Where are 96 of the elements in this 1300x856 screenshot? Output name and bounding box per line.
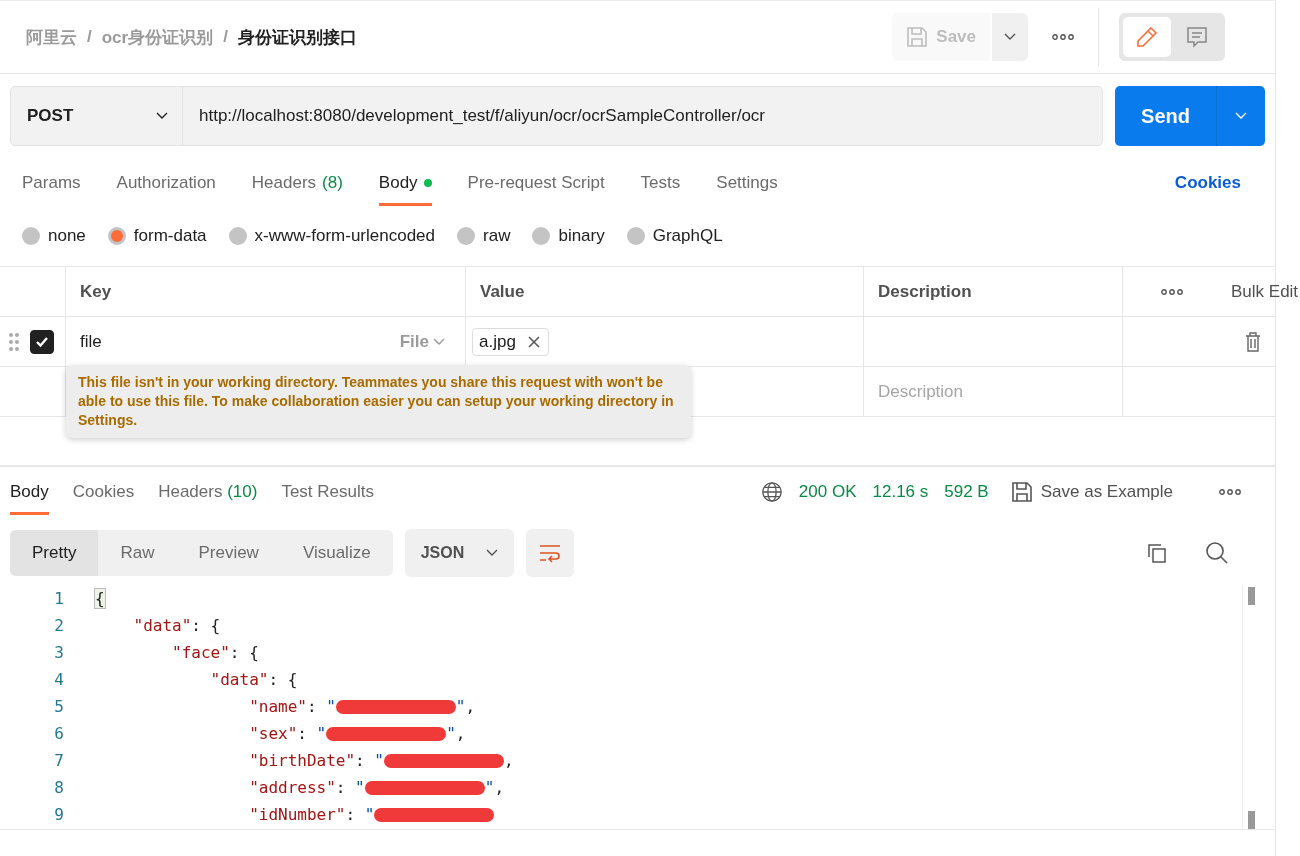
code-punctuation: : [306,697,318,716]
response-tab[interactable]: Headers (10) [158,469,258,515]
string-quote: " [355,778,365,797]
chevron-icon [433,337,445,346]
code-punctuation: : { [268,670,298,689]
status-code[interactable]: 200 OK [798,482,857,502]
search-icon[interactable] [1205,541,1229,565]
line-number: 9 [53,805,65,824]
code-punctuation: : [345,805,357,824]
code-punctuation: , [504,751,514,770]
file-chip: a.jpg [472,327,549,356]
json-key: "idNumber" [95,805,346,824]
string-quote: " [446,724,456,743]
column-header: Description [878,281,972,302]
more-icon[interactable] [1219,489,1241,495]
column-header: Value [480,281,525,302]
line-number: 3 [53,643,65,662]
body-type-radio[interactable]: GraphQL [626,226,723,246]
body-type-radio[interactable]: raw [457,226,511,246]
view-mode-tab[interactable]: Raw [98,530,177,576]
json-key: "face" [95,643,230,662]
response-tab[interactable]: Body [10,469,49,515]
string-quote: " [484,778,495,797]
line-number: 4 [53,670,65,689]
view-mode-tab[interactable]: Preview [176,530,281,576]
request-tab[interactable]: Params [22,163,81,206]
code-punctuation: : [335,778,347,797]
code-punctuation: : [355,751,366,770]
wrap-icon [538,543,563,563]
request-tab[interactable]: Headers (8) [251,163,343,206]
key-field[interactable]: file [80,331,394,352]
wrap-lines-button[interactable] [526,529,575,577]
line-number: 8 [53,778,65,797]
body-type-radio[interactable]: x-www-form-urlencoded [228,226,435,246]
code-punctuation: : { [229,643,259,662]
body-type-radio[interactable]: form-data [107,226,207,246]
request-tab[interactable]: Pre-request Script [467,163,605,206]
response-tab[interactable]: Cookies [72,469,135,515]
json-key: "data" [95,616,192,635]
copy-icon[interactable] [1145,541,1169,565]
json-key: "sex" [95,724,298,743]
line-number: 7 [53,751,65,770]
view-mode-tab[interactable]: Visualize [280,530,393,576]
line-number: 1 [53,589,65,608]
chevron-icon [1004,33,1016,41]
request-tab[interactable]: Authorization [116,163,216,206]
body-type-radio[interactable]: binary [532,226,605,246]
more-icon[interactable] [1052,34,1074,40]
code-punctuation: , [465,697,476,716]
chevron-icon [486,549,499,557]
scrollbar[interactable] [1242,585,1257,829]
warning-tooltip: This file isn't in your working directory. Teammates you share this request with won't be able to use this file. To make collaboration easier you can setup your working directory in Settings. [66,365,691,438]
cookies-link[interactable]: Cookies [1168,172,1247,206]
string-quote: " [316,724,327,743]
comment-icon [1185,25,1209,49]
pencil-icon [1135,25,1159,49]
save-example-button[interactable]: Save as Example [1004,480,1179,504]
json-key: "birthDate" [95,751,356,770]
body-type-radio[interactable]: none [22,226,86,246]
code-punctuation: , [494,778,504,797]
code-brace: { [95,589,105,608]
close-icon[interactable] [527,335,540,348]
json-key: "name" [95,697,307,716]
globe-icon[interactable] [760,481,783,503]
line-number: 2 [53,616,65,635]
response-tab[interactable]: Test Results [281,469,374,515]
response-time[interactable]: 12.16 s [872,482,929,502]
string-quote: " [455,697,466,716]
format-dropdown[interactable]: JSON [404,529,515,577]
breadcrumb-separator: / [223,27,228,47]
request-tab[interactable]: Settings [716,163,778,206]
save-icon [906,26,929,48]
string-quote: " [374,751,384,770]
code-punctuation: : { [191,616,221,635]
code-punctuation: , [455,724,466,743]
breadcrumb-separator: / [87,27,92,47]
line-number: 5 [53,697,65,716]
more-icon[interactable] [1161,288,1183,295]
column-header: Key [80,281,112,302]
view-mode-tab[interactable]: Pretty [10,530,99,576]
request-tab[interactable]: Body [378,163,432,206]
string-quote: " [364,805,375,824]
drag-handle-icon[interactable] [8,331,20,352]
checkbox[interactable] [30,329,54,354]
request-tab[interactable]: Tests [640,163,681,206]
bulk-edit-button[interactable]: Bulk Edit [1225,280,1300,303]
response-size[interactable]: 592 B [944,482,989,502]
save-icon [1010,481,1033,503]
code-punctuation: : [297,724,308,743]
request-title: 身份证识别接口 [237,26,357,49]
string-quote: " [326,697,336,716]
trash-icon[interactable] [1245,331,1261,352]
chevron-icon [1235,112,1247,120]
line-number: 6 [53,724,65,743]
json-key: "address" [95,778,336,797]
json-key: "data" [95,670,269,689]
